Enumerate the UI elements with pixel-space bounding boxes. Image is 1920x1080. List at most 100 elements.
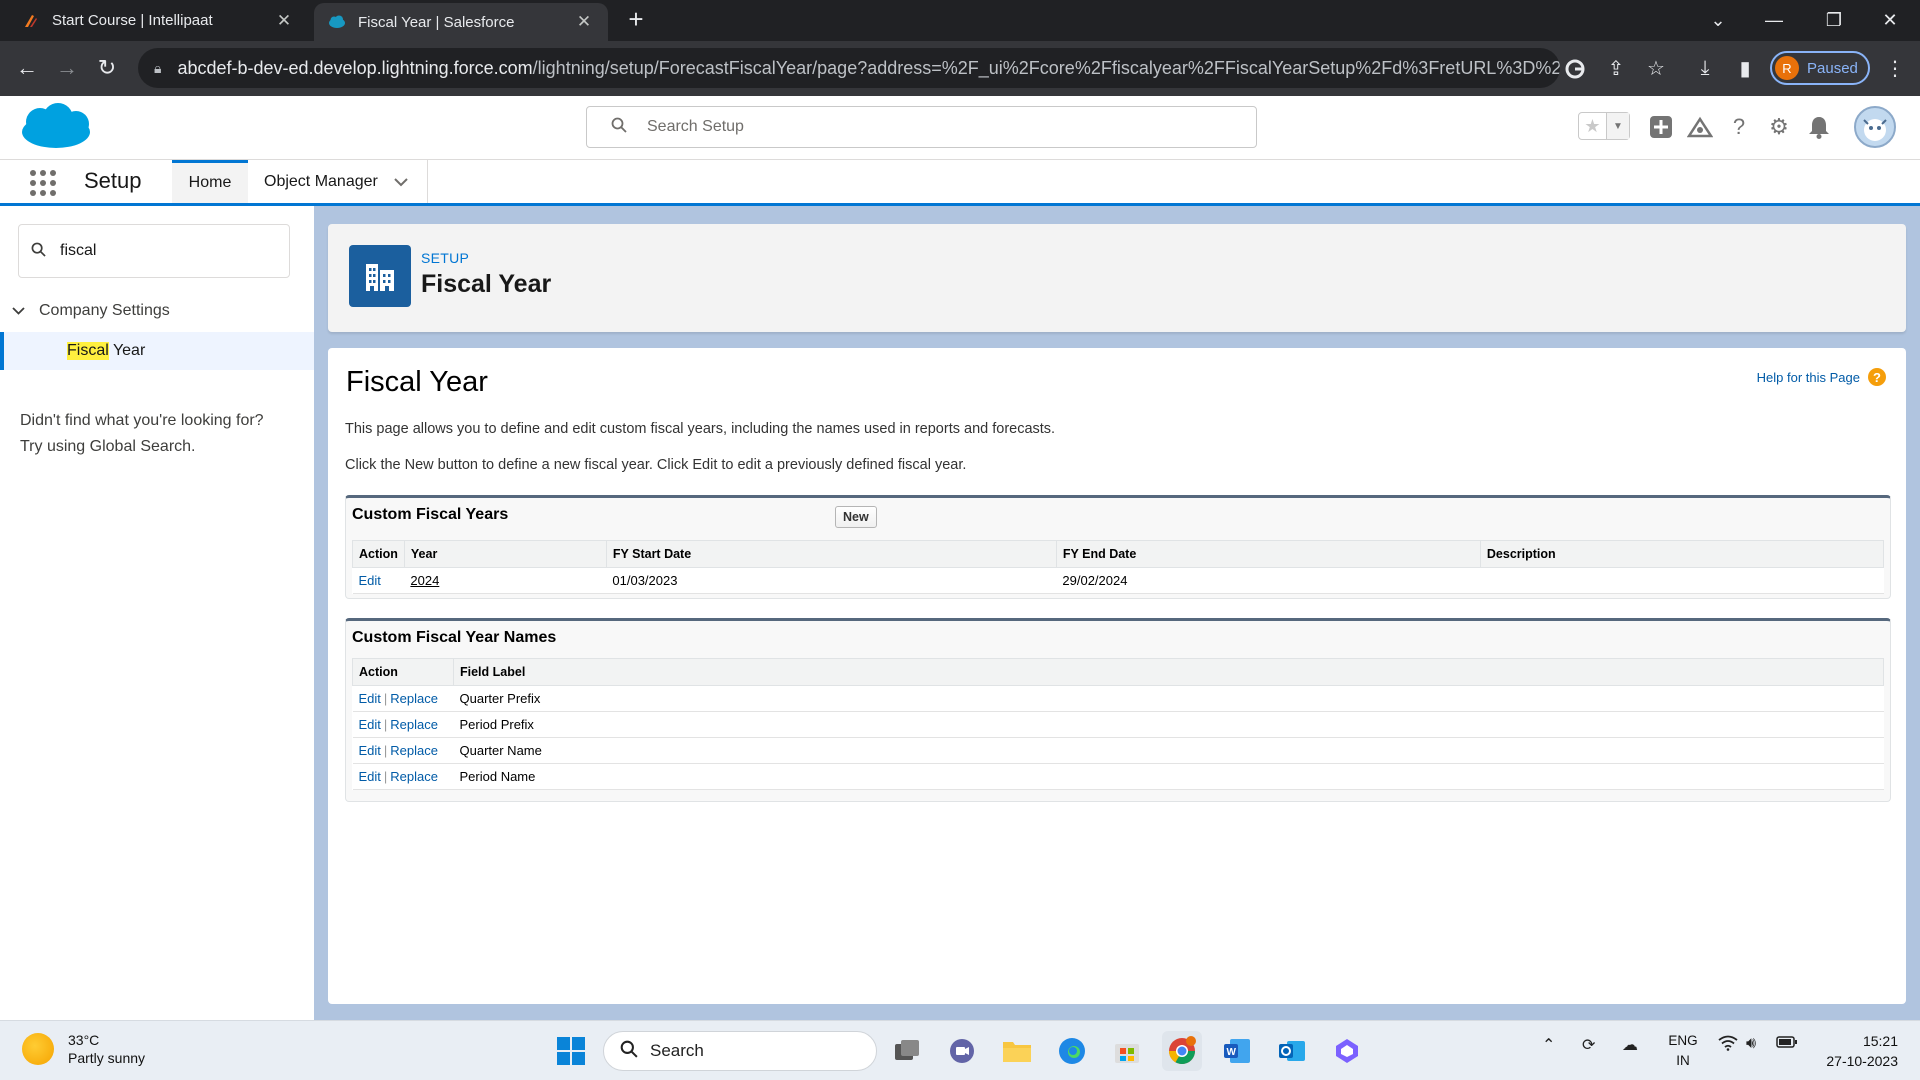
language-line2: IN bbox=[1676, 1053, 1690, 1068]
global-header: Search Setup ★ ▼ ? ⚙ bbox=[0, 96, 1920, 160]
taskbar-search-label: Search bbox=[650, 1041, 704, 1060]
show-hidden-icons-chevron-icon[interactable]: ⌃ bbox=[1542, 1035, 1555, 1055]
help-for-this-page-link[interactable]: Help for this Page ? bbox=[1757, 368, 1886, 386]
outlook-icon[interactable] bbox=[1272, 1031, 1312, 1071]
context-bar: Setup Home Object Manager bbox=[0, 160, 1920, 206]
replace-link[interactable]: Replace bbox=[390, 691, 438, 706]
profile-status: Paused bbox=[1807, 59, 1858, 77]
wifi-icon[interactable] bbox=[1718, 1035, 1738, 1056]
custom-fiscal-year-names-section: Custom Fiscal Year Names Action Field La… bbox=[345, 618, 1891, 802]
teams-chat-icon[interactable] bbox=[942, 1031, 982, 1071]
forward-icon[interactable]: → bbox=[52, 53, 82, 83]
tab-object-manager-label: Object Manager bbox=[264, 172, 378, 190]
not-found-line1: Didn't find what you're looking for? bbox=[20, 412, 264, 429]
url-host: abcdef-b-dev-ed.develop.lightning.force.… bbox=[177, 57, 533, 78]
file-explorer-icon[interactable] bbox=[997, 1031, 1037, 1071]
trailhead-icon[interactable] bbox=[1685, 112, 1715, 142]
tab-home[interactable]: Home bbox=[172, 160, 248, 203]
new-tab-button[interactable]: + bbox=[622, 6, 650, 34]
sync-icon[interactable]: ⟳ bbox=[1582, 1035, 1595, 1055]
taskbar-search[interactable]: Search bbox=[603, 1031, 877, 1071]
share-icon[interactable]: ⇪ bbox=[1601, 53, 1631, 83]
field-label: Quarter Prefix bbox=[453, 685, 1884, 712]
download-icon[interactable]: ⤓ bbox=[1690, 53, 1720, 83]
fy-end-date: 29/02/2024 bbox=[1056, 567, 1481, 594]
company-building-icon bbox=[349, 245, 411, 307]
not-found-hint: Didn't find what you're looking for? Try… bbox=[20, 408, 300, 460]
favorites-control[interactable]: ★ ▼ bbox=[1578, 112, 1630, 140]
side-panel-icon[interactable]: ▮ bbox=[1730, 53, 1760, 83]
microsoft-store-icon[interactable] bbox=[1107, 1031, 1147, 1071]
edge-browser-icon[interactable] bbox=[1052, 1031, 1092, 1071]
column-header: Description bbox=[1479, 540, 1885, 568]
google-icon[interactable] bbox=[1560, 54, 1590, 84]
browser-tab-salesforce[interactable]: Fiscal Year | Salesforce ✕ bbox=[314, 3, 608, 41]
year-link[interactable]: 2024 bbox=[410, 573, 439, 588]
help-question-icon: ? bbox=[1868, 368, 1886, 386]
windows-start-icon[interactable] bbox=[551, 1031, 591, 1071]
reload-icon[interactable]: ↻ bbox=[92, 53, 122, 83]
tab-search-chevron-icon[interactable]: ⌄ bbox=[1690, 0, 1746, 41]
task-view-icon[interactable] bbox=[887, 1031, 927, 1071]
table-row: Edit | Replace Quarter Prefix bbox=[352, 685, 1884, 712]
table-row: Edit | Replace Period Name bbox=[352, 763, 1884, 790]
volume-icon[interactable]: 🔊︎ bbox=[1746, 1035, 1756, 1053]
minimize-window-icon[interactable]: — bbox=[1746, 0, 1802, 41]
tree-section-label: Company Settings bbox=[39, 302, 170, 319]
breadcrumb: SETUP bbox=[421, 250, 470, 266]
global-actions-icon[interactable] bbox=[1646, 112, 1676, 142]
table-row: Edit 2024 01/03/2023 29/02/2024 bbox=[352, 567, 1884, 594]
field-label: Period Name bbox=[453, 763, 1884, 790]
notifications-bell-icon[interactable] bbox=[1804, 112, 1834, 142]
language-line1: ENG bbox=[1668, 1033, 1698, 1048]
system-clock[interactable]: 15:21 27-10-2023 bbox=[1812, 1031, 1898, 1071]
replace-link[interactable]: Replace bbox=[390, 743, 438, 758]
back-icon[interactable]: ← bbox=[12, 53, 42, 83]
edit-link[interactable]: Edit bbox=[359, 717, 381, 732]
onedrive-icon[interactable]: ☁ bbox=[1622, 1035, 1638, 1055]
language-indicator[interactable]: ENG IN bbox=[1665, 1031, 1701, 1071]
browser-tab-intellipaat[interactable]: Start Course | Intellipaat ✕ bbox=[8, 0, 308, 41]
close-window-icon[interactable]: ✕ bbox=[1862, 0, 1918, 41]
chrome-taskbar-icon[interactable] bbox=[1162, 1031, 1202, 1071]
address-bar[interactable]: 🔒︎ abcdef-b-dev-ed.develop.lightning.for… bbox=[138, 48, 1560, 88]
search-setup-input[interactable]: Search Setup bbox=[586, 106, 1257, 148]
quick-find-input[interactable]: fiscal bbox=[18, 224, 290, 278]
help-icon[interactable]: ? bbox=[1724, 112, 1754, 142]
separator: | bbox=[383, 743, 388, 758]
edit-link[interactable]: Edit bbox=[359, 743, 381, 758]
weather-widget[interactable]: 33°C Partly sunny bbox=[22, 1031, 145, 1067]
edit-link[interactable]: Edit bbox=[359, 691, 381, 706]
close-tab-icon[interactable]: ✕ bbox=[574, 12, 594, 32]
favorites-star-icon[interactable]: ★ bbox=[1579, 113, 1606, 139]
edit-link[interactable]: Edit bbox=[359, 769, 381, 784]
field-label: Period Prefix bbox=[453, 711, 1884, 738]
tab-object-manager[interactable]: Object Manager bbox=[248, 160, 428, 203]
description-line-1: This page allows you to define and edit … bbox=[345, 421, 1056, 437]
tree-section-company-settings[interactable]: Company Settings bbox=[12, 302, 170, 320]
column-header: Year bbox=[403, 540, 607, 568]
tree-item-fiscal-year[interactable]: Fiscal Year bbox=[0, 332, 314, 370]
not-found-line2: Try using Global Search. bbox=[20, 438, 196, 455]
chevron-down-icon[interactable] bbox=[394, 174, 408, 190]
battery-icon[interactable] bbox=[1776, 1035, 1798, 1054]
new-fiscal-year-button[interactable]: New bbox=[835, 506, 877, 528]
app-launcher-icon[interactable] bbox=[28, 168, 58, 198]
custom-fiscal-year-names-table: Action Field Label Edit | Replace Quarter … bbox=[352, 658, 1884, 790]
lock-icon: 🔒︎ bbox=[154, 59, 162, 76]
bookmark-star-icon[interactable]: ☆ bbox=[1641, 53, 1671, 83]
word-icon[interactable]: W bbox=[1217, 1031, 1257, 1071]
salesforce-logo-icon[interactable] bbox=[20, 102, 92, 152]
restore-window-icon[interactable]: ❐ bbox=[1806, 0, 1862, 41]
user-avatar[interactable] bbox=[1854, 106, 1896, 148]
profile-button[interactable]: R Paused bbox=[1770, 51, 1870, 85]
setup-gear-icon[interactable]: ⚙ bbox=[1764, 112, 1794, 142]
intellipaat-favicon-icon bbox=[25, 14, 37, 27]
replace-link[interactable]: Replace bbox=[390, 769, 438, 784]
chrome-menu-icon[interactable]: ⋮ bbox=[1880, 53, 1910, 83]
replace-link[interactable]: Replace bbox=[390, 717, 438, 732]
favorites-dropdown-icon[interactable]: ▼ bbox=[1605, 113, 1629, 139]
close-tab-icon[interactable]: ✕ bbox=[274, 11, 294, 31]
edit-link[interactable]: Edit bbox=[359, 573, 381, 588]
copilot-icon[interactable] bbox=[1327, 1031, 1367, 1071]
